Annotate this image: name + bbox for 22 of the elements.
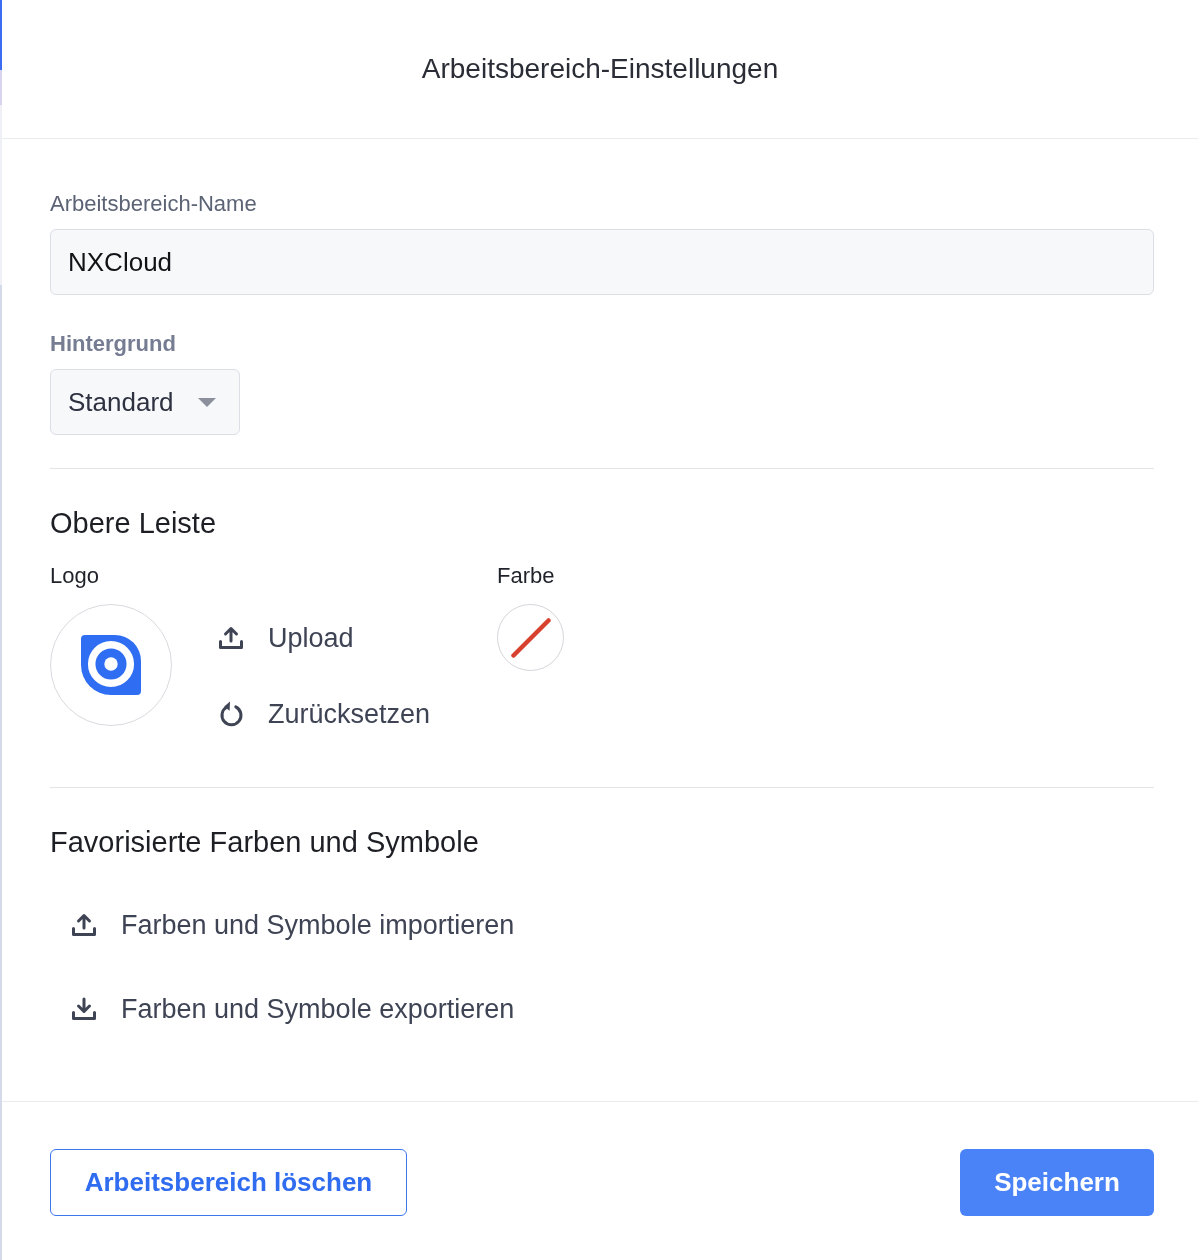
- color-label: Farbe: [497, 564, 555, 588]
- download-icon: [70, 995, 98, 1023]
- import-button[interactable]: Farben und Symbole importieren: [70, 905, 515, 945]
- caret-icon: [198, 397, 216, 407]
- upload-button[interactable]: Upload: [217, 618, 354, 658]
- logo-icon: [81, 635, 141, 695]
- slash-icon: [510, 617, 551, 658]
- field-label: Hintergrund: [50, 332, 176, 356]
- workspace-name-field[interactable]: NXCloud: [50, 229, 1154, 295]
- delete-workspace-button[interactable]: Arbeitsbereich löschen: [50, 1149, 407, 1216]
- reset-icon: [217, 700, 245, 728]
- background-dropdown[interactable]: Standard: [50, 369, 240, 435]
- reset-button[interactable]: Zurücksetzen: [217, 694, 431, 734]
- upload-icon: [70, 911, 98, 939]
- section-heading: Obere Leiste: [50, 507, 217, 539]
- upload-icon: [217, 624, 245, 652]
- section-heading: Favorisierte Farben und Symbole: [50, 826, 479, 858]
- export-button[interactable]: Farben und Symbole exportieren: [70, 989, 515, 1029]
- logo-label: Logo: [50, 564, 99, 588]
- dialog-title: Arbeitsbereich-Einstellungen: [421, 52, 779, 86]
- field-label: Arbeitsbereich-Name: [50, 192, 257, 216]
- save-button[interactable]: Speichern: [960, 1149, 1154, 1216]
